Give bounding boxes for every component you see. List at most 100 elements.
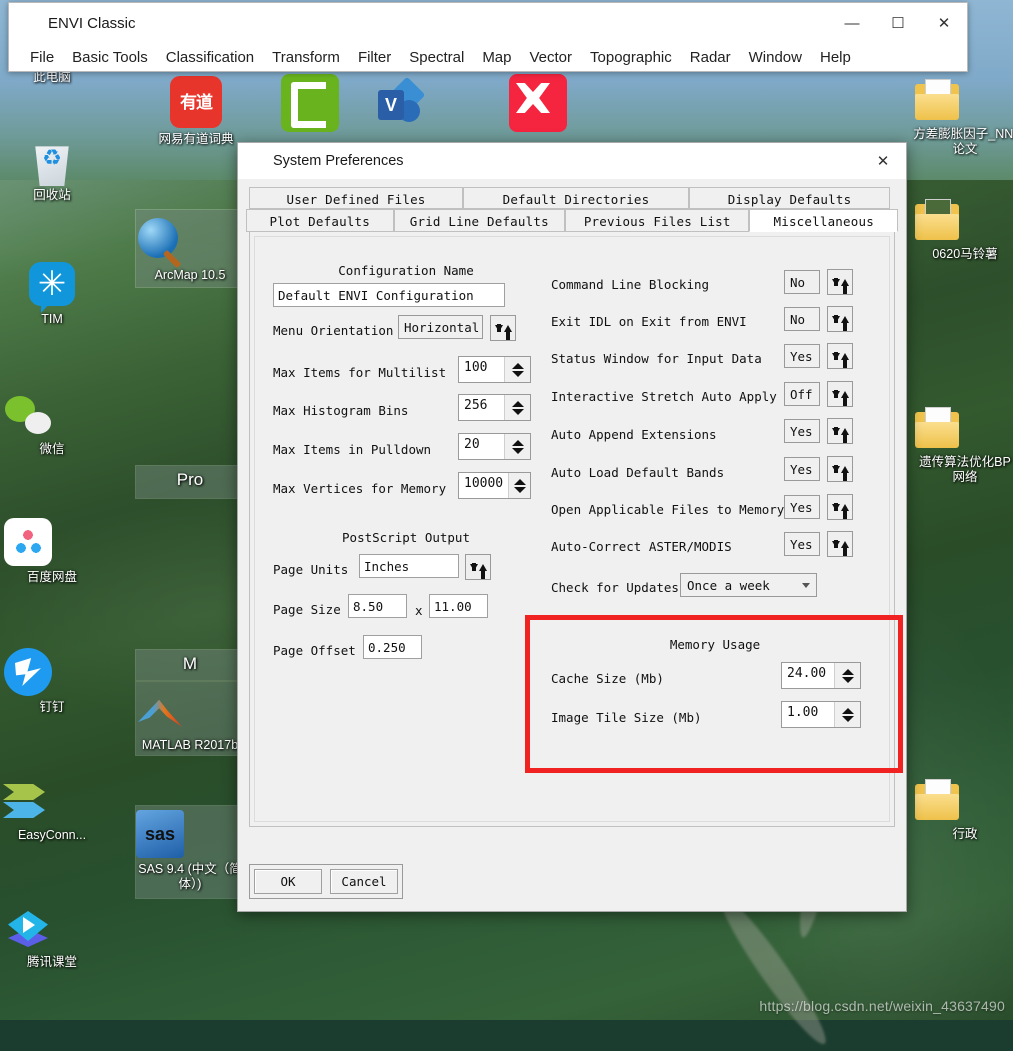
desktop-icon-matlab[interactable]: MATLAB R2017b <box>135 681 245 756</box>
desktop-icon-youdao-dict[interactable]: 网易有道词典 <box>140 76 252 147</box>
minimize-button[interactable]: — <box>829 3 875 43</box>
menu-item-window[interactable]: Window <box>740 47 811 68</box>
cache-size-stepper[interactable]: 24.00 <box>781 662 861 689</box>
tab-default-directories[interactable]: Default Directories <box>463 187 689 209</box>
arrow-up-icon <box>840 540 849 556</box>
desktop-icon-recycle-bin[interactable]: 回收站 <box>4 140 100 203</box>
auto-correct-aster-value[interactable]: Yes <box>784 532 820 556</box>
close-icon[interactable]: ✕ <box>860 143 906 179</box>
command-line-blocking-toggle[interactable] <box>827 269 853 295</box>
exit-idl-value[interactable]: No <box>784 307 820 331</box>
desktop-icon-arcgis-pro[interactable]: Pro <box>135 465 245 499</box>
arrow-down-icon <box>831 351 840 360</box>
ok-button[interactable]: OK <box>254 869 322 894</box>
page-size-width-input[interactable]: 8.50 <box>348 594 407 618</box>
menu-item-spectral[interactable]: Spectral <box>400 47 473 68</box>
page-units-toggle[interactable] <box>465 554 491 580</box>
envi-menubar: File Basic Tools Classification Transfor… <box>9 43 967 71</box>
auto-load-bands-label: Auto Load Default Bands <box>551 465 725 480</box>
page-size-height-input[interactable]: 11.00 <box>429 594 488 618</box>
desktop-icon-folder-4[interactable]: 行政 <box>913 776 1013 842</box>
menu-item-transform[interactable]: Transform <box>263 47 349 68</box>
max-items-pulldown-value: 20 <box>459 434 504 459</box>
cancel-button[interactable]: Cancel <box>330 869 398 894</box>
menu-item-filter[interactable]: Filter <box>349 47 400 68</box>
envi-titlebar[interactable]: ENVI Classic — ☐ ✕ <box>9 3 967 43</box>
desktop-icon-label: MATLAB R2017b <box>141 738 239 752</box>
prefs-titlebar[interactable]: System Preferences ✕ <box>238 143 906 179</box>
desktop-icon-folder-2[interactable]: 0620马铃薯 <box>913 196 1013 262</box>
page-offset-input[interactable]: 0.250 <box>363 635 422 659</box>
menu-orientation-value[interactable]: Horizontal <box>398 315 483 339</box>
open-files-memory-toggle[interactable] <box>827 494 853 520</box>
tab-user-defined-files[interactable]: User Defined Files <box>249 187 463 209</box>
tab-previous-files-list[interactable]: Previous Files List <box>565 209 750 232</box>
menu-item-file[interactable]: File <box>21 47 63 68</box>
menu-item-topographic[interactable]: Topographic <box>581 47 681 68</box>
menu-item-help[interactable]: Help <box>811 47 860 68</box>
close-icon[interactable]: ✕ <box>921 3 967 43</box>
max-items-multilist-label: Max Items for Multilist <box>273 365 447 380</box>
desktop-icon-folder-1[interactable]: 方差膨胀因子_NNI论文 <box>913 76 1013 157</box>
desktop-icon-xmind[interactable] <box>490 74 586 132</box>
desktop-icon-folder-3[interactable]: 遗传算法优化BP网络 <box>913 404 1013 485</box>
recycle-bin-icon <box>4 142 100 186</box>
desktop-icon-baidu-netdisk[interactable]: 百度网盘 <box>4 518 100 585</box>
max-vertices-memory-stepper[interactable]: 10000 <box>458 472 531 499</box>
open-files-memory-value[interactable]: Yes <box>784 495 820 519</box>
desktop-icon-this-pc[interactable]: 此电脑 <box>4 70 100 85</box>
desktop-icon-dingtalk[interactable]: 钉钉 <box>4 648 100 715</box>
auto-append-extensions-toggle[interactable] <box>827 418 853 444</box>
tab-panel-inner: Configuration Name Default ENVI Configur… <box>254 236 903 822</box>
max-histogram-bins-stepper[interactable]: 256 <box>458 394 531 421</box>
stepper-arrows[interactable] <box>508 473 530 498</box>
desktop-icon-camtasia[interactable] <box>262 74 358 132</box>
stepper-arrows[interactable] <box>504 395 530 420</box>
auto-correct-aster-toggle[interactable] <box>827 531 853 557</box>
stepper-arrows[interactable] <box>504 357 530 382</box>
tab-plot-defaults[interactable]: Plot Defaults <box>246 209 394 232</box>
desktop-icon-arcmap[interactable]: ArcMap 10.5 <box>135 209 245 288</box>
stepper-arrows[interactable] <box>834 702 860 727</box>
max-histogram-bins-label: Max Histogram Bins <box>273 403 409 418</box>
menu-item-map[interactable]: Map <box>473 47 520 68</box>
menu-item-classification[interactable]: Classification <box>157 47 263 68</box>
status-window-value[interactable]: Yes <box>784 344 820 368</box>
image-tile-size-stepper[interactable]: 1.00 <box>781 701 861 728</box>
desktop-icon-tencent-ketang[interactable]: 腾讯课堂 <box>4 903 100 970</box>
max-items-multilist-stepper[interactable]: 100 <box>458 356 531 383</box>
tab-display-defaults[interactable]: Display Defaults <box>689 187 890 209</box>
desktop-icon-tim[interactable]: TIM <box>4 262 100 327</box>
desktop-icon-visio[interactable] <box>376 78 472 130</box>
desktop-icon-label: 行政 <box>952 827 978 841</box>
dialog-button-bar: OK Cancel <box>249 864 403 899</box>
command-line-blocking-label: Command Line Blocking <box>551 277 710 292</box>
menu-item-vector[interactable]: Vector <box>521 47 582 68</box>
interactive-stretch-toggle[interactable] <box>827 381 853 407</box>
desktop-icon-label: 遗传算法优化BP网络 <box>919 455 1011 484</box>
auto-append-extensions-value[interactable]: Yes <box>784 419 820 443</box>
desktop-icon-matlab-group[interactable]: M <box>135 649 245 681</box>
auto-load-bands-value[interactable]: Yes <box>784 457 820 481</box>
auto-load-bands-toggle[interactable] <box>827 456 853 482</box>
menu-item-radar[interactable]: Radar <box>681 47 740 68</box>
interactive-stretch-value[interactable]: Off <box>784 382 820 406</box>
command-line-blocking-value[interactable]: No <box>784 270 820 294</box>
open-files-memory-label: Open Applicable Files to Memory <box>551 502 785 517</box>
desktop-icon-easyconnect[interactable]: EasyConn... <box>0 776 104 843</box>
status-window-toggle[interactable] <box>827 343 853 369</box>
tab-grid-line-defaults[interactable]: Grid Line Defaults <box>393 209 566 232</box>
desktop-icon-sas[interactable]: SAS 9.4 (中文（简体）) <box>135 805 245 899</box>
stepper-arrows[interactable] <box>834 663 860 688</box>
exit-idl-toggle[interactable] <box>827 306 853 332</box>
maximize-button[interactable]: ☐ <box>875 3 921 43</box>
menu-item-basic-tools[interactable]: Basic Tools <box>63 47 157 68</box>
max-items-pulldown-stepper[interactable]: 20 <box>458 433 531 460</box>
page-units-value[interactable]: Inches <box>359 554 459 578</box>
check-updates-dropdown[interactable]: Once a week <box>680 573 817 597</box>
tab-miscellaneous[interactable]: Miscellaneous <box>749 209 898 232</box>
menu-orientation-toggle[interactable] <box>490 315 516 341</box>
stepper-arrows[interactable] <box>504 434 530 459</box>
configuration-name-input[interactable]: Default ENVI Configuration <box>273 283 505 307</box>
desktop-icon-wechat[interactable]: 微信 <box>4 392 100 457</box>
